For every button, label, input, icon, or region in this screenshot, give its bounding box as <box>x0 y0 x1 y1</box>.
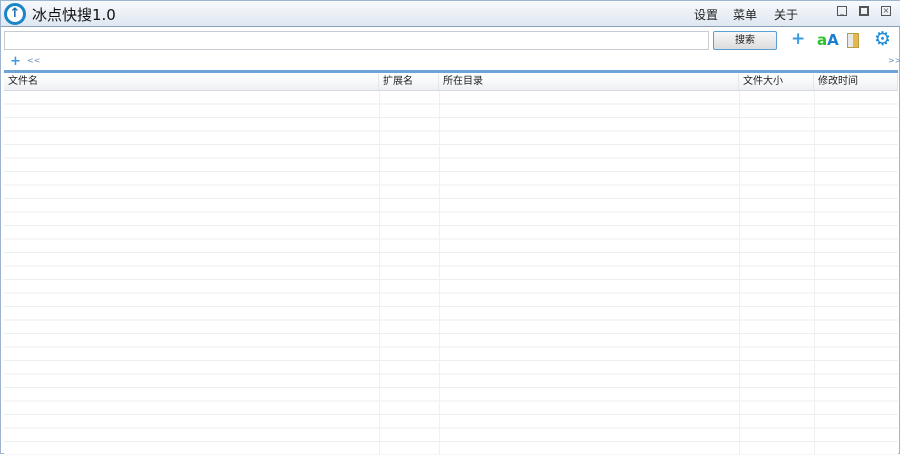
divider <box>4 70 898 73</box>
column-divider <box>379 91 380 455</box>
maximize-icon[interactable] <box>859 6 869 16</box>
title-bar: ↑ 冰点快搜1.0 设置 菜单 关于 _ × <box>1 1 900 27</box>
column-divider <box>814 91 815 455</box>
add-tab-icon[interactable]: + <box>10 54 21 69</box>
plus-icon[interactable]: + <box>791 29 805 49</box>
scroll-left-icon[interactable]: << <box>27 56 40 65</box>
menu-about[interactable]: 关于 <box>774 6 798 23</box>
font-icon[interactable]: aA <box>817 31 839 49</box>
search-input[interactable] <box>4 31 709 50</box>
folder-file-icon[interactable] <box>847 33 859 48</box>
menu-menu[interactable]: 菜单 <box>733 6 757 23</box>
search-button[interactable]: 搜索 <box>713 31 777 50</box>
table-header: 文件名 扩展名 所在目录 文件大小 修改时间 <box>4 74 898 91</box>
close-icon[interactable]: × <box>881 6 891 16</box>
column-divider <box>739 91 740 455</box>
minimize-icon[interactable]: _ <box>837 6 847 16</box>
results-list[interactable] <box>4 91 898 455</box>
app-title: 冰点快搜1.0 <box>32 6 116 24</box>
scroll-right-icon[interactable]: >> <box>888 56 900 65</box>
menu-settings[interactable]: 设置 <box>694 6 718 23</box>
app-logo-icon: ↑ <box>4 3 26 25</box>
gear-icon[interactable]: ⚙ <box>874 28 891 50</box>
column-size[interactable]: 文件大小 <box>739 74 814 90</box>
column-divider <box>439 91 440 455</box>
column-modified[interactable]: 修改时间 <box>814 74 898 90</box>
column-filename[interactable]: 文件名 <box>4 74 379 90</box>
column-directory[interactable]: 所在目录 <box>439 74 739 90</box>
column-extension[interactable]: 扩展名 <box>379 74 439 90</box>
